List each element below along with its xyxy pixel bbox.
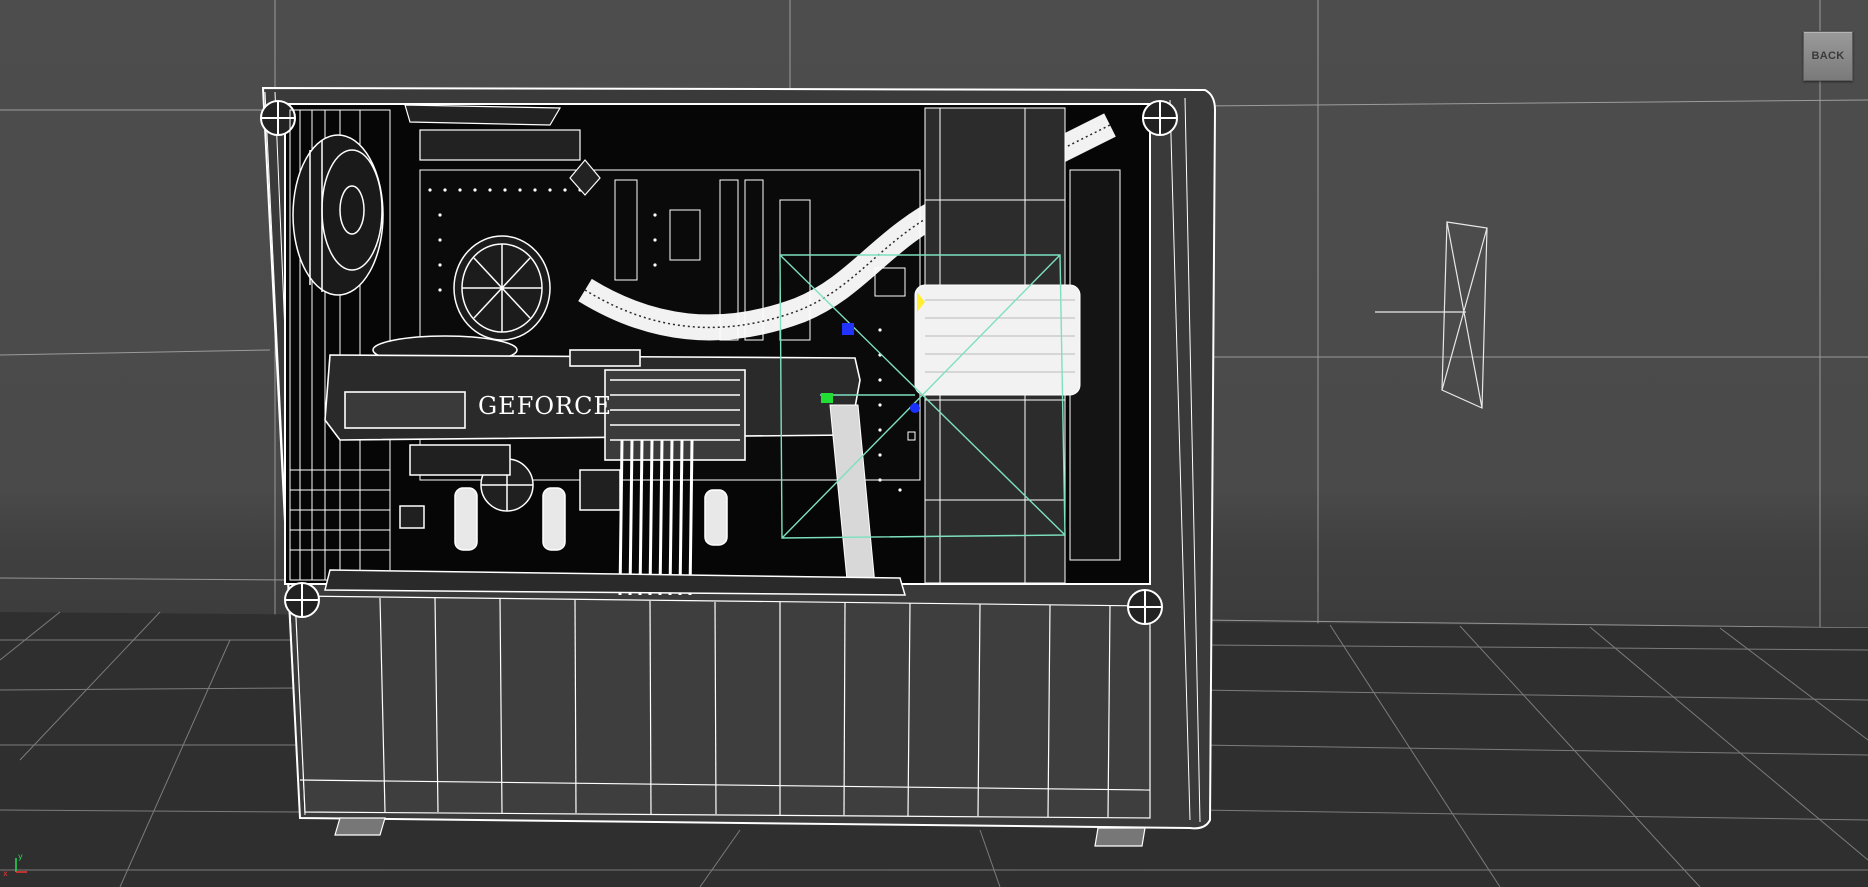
axis-y-label: y <box>18 852 23 861</box>
transform-handle-green[interactable] <box>821 393 833 403</box>
back-button[interactable]: BACK <box>1803 31 1853 81</box>
camera-wireframe <box>1375 221 1488 409</box>
3d-viewport[interactable]: GEFORCE BACK x y <box>0 0 1868 887</box>
front-fan <box>292 134 384 296</box>
transform-pivot[interactable] <box>910 403 920 413</box>
selected-ram-module[interactable] <box>914 284 1081 396</box>
psu-shroud <box>294 595 1151 819</box>
gpu-brand-text: GEFORCE <box>478 392 612 420</box>
pc-case-model[interactable]: GEFORCE <box>260 86 1217 847</box>
transform-handle-blue[interactable] <box>842 323 854 335</box>
case-foot-left <box>334 817 386 836</box>
axis-x-label: x <box>3 869 8 878</box>
axis-gizmo: x y <box>3 852 27 878</box>
scene-canvas[interactable]: GEFORCE <box>0 0 1868 887</box>
case-foot-right <box>1094 827 1146 847</box>
